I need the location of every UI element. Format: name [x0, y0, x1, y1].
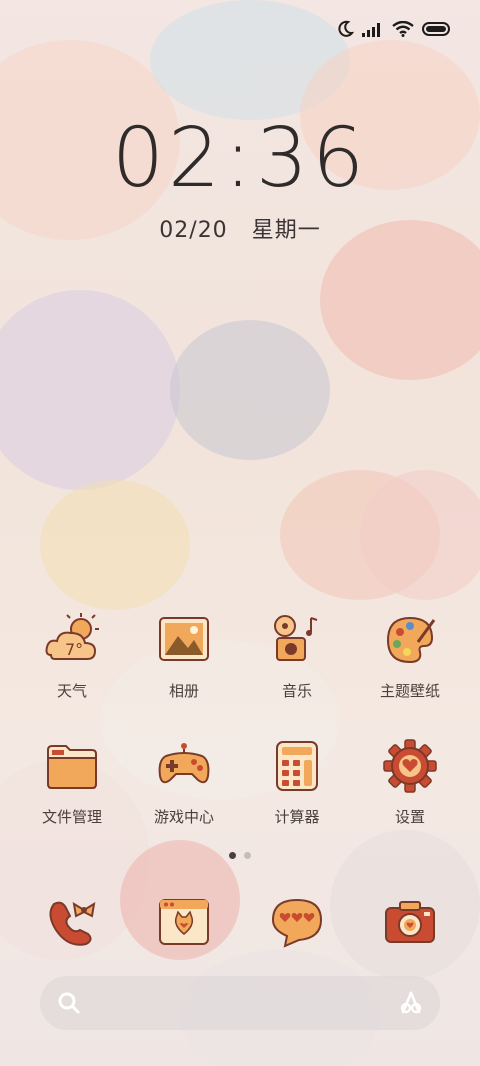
ai-assistant-icon[interactable]: [396, 988, 426, 1018]
app-settings[interactable]: 设置: [360, 736, 460, 827]
weekday-text: 星期一: [251, 218, 321, 243]
app-music[interactable]: 音乐: [247, 610, 347, 701]
app-label-game-center: 游戏中心: [153, 808, 214, 826]
gallery-icon: [154, 610, 214, 670]
calculator-icon: [267, 736, 327, 796]
dock-app-browser[interactable]: [134, 892, 234, 952]
dock-app-phone[interactable]: [22, 892, 122, 952]
page-dot-1[interactable]: [229, 852, 236, 859]
battery-icon: [422, 22, 450, 36]
theme-palette-icon: [380, 610, 440, 670]
app-label-music: 音乐: [281, 682, 312, 700]
wifi-icon: [392, 21, 414, 37]
weather-temp: 7°: [65, 640, 83, 659]
folder-icon: [42, 736, 102, 796]
gear-heart-icon: [380, 736, 440, 796]
app-label-gallery: 相册: [168, 682, 199, 700]
signal-icon: [362, 23, 380, 37]
app-label-file-manager: 文件管理: [41, 808, 102, 826]
date-line: 02/20 星期一: [0, 212, 480, 244]
page-dot-2[interactable]: [244, 852, 251, 859]
dock-app-messages[interactable]: [247, 892, 347, 952]
music-icon: [267, 610, 327, 670]
browser-cat-icon: [154, 892, 214, 952]
app-themes[interactable]: 主题壁纸: [360, 610, 460, 701]
gamepad-icon: [154, 736, 214, 796]
weather-icon: 7°: [42, 610, 102, 670]
camera-icon: [380, 892, 440, 952]
date-text: 02/20: [159, 218, 228, 243]
app-file-manager[interactable]: 文件管理: [22, 736, 122, 827]
app-label-calculator: 计算器: [274, 808, 320, 826]
status-bar: [0, 0, 480, 60]
clock-time: 02:36: [111, 111, 369, 206]
search-icon[interactable]: [54, 988, 84, 1018]
page-indicator: [0, 852, 480, 859]
message-hearts-icon: [267, 892, 327, 952]
app-label-themes: 主题壁纸: [379, 682, 440, 700]
lock-clock: 02:36: [0, 118, 480, 200]
dock-app-camera[interactable]: [360, 892, 460, 952]
app-label-settings: 设置: [394, 808, 425, 826]
app-calculator[interactable]: 计算器: [247, 736, 347, 827]
search-bar[interactable]: [40, 976, 440, 1030]
app-gallery[interactable]: 相册: [134, 610, 234, 701]
moon-icon: [338, 20, 354, 37]
app-game-center[interactable]: 游戏中心: [134, 736, 234, 827]
app-label-weather: 天气: [56, 682, 87, 700]
phone-bow-icon: [42, 892, 102, 952]
app-weather[interactable]: 7° 天气: [22, 610, 122, 701]
